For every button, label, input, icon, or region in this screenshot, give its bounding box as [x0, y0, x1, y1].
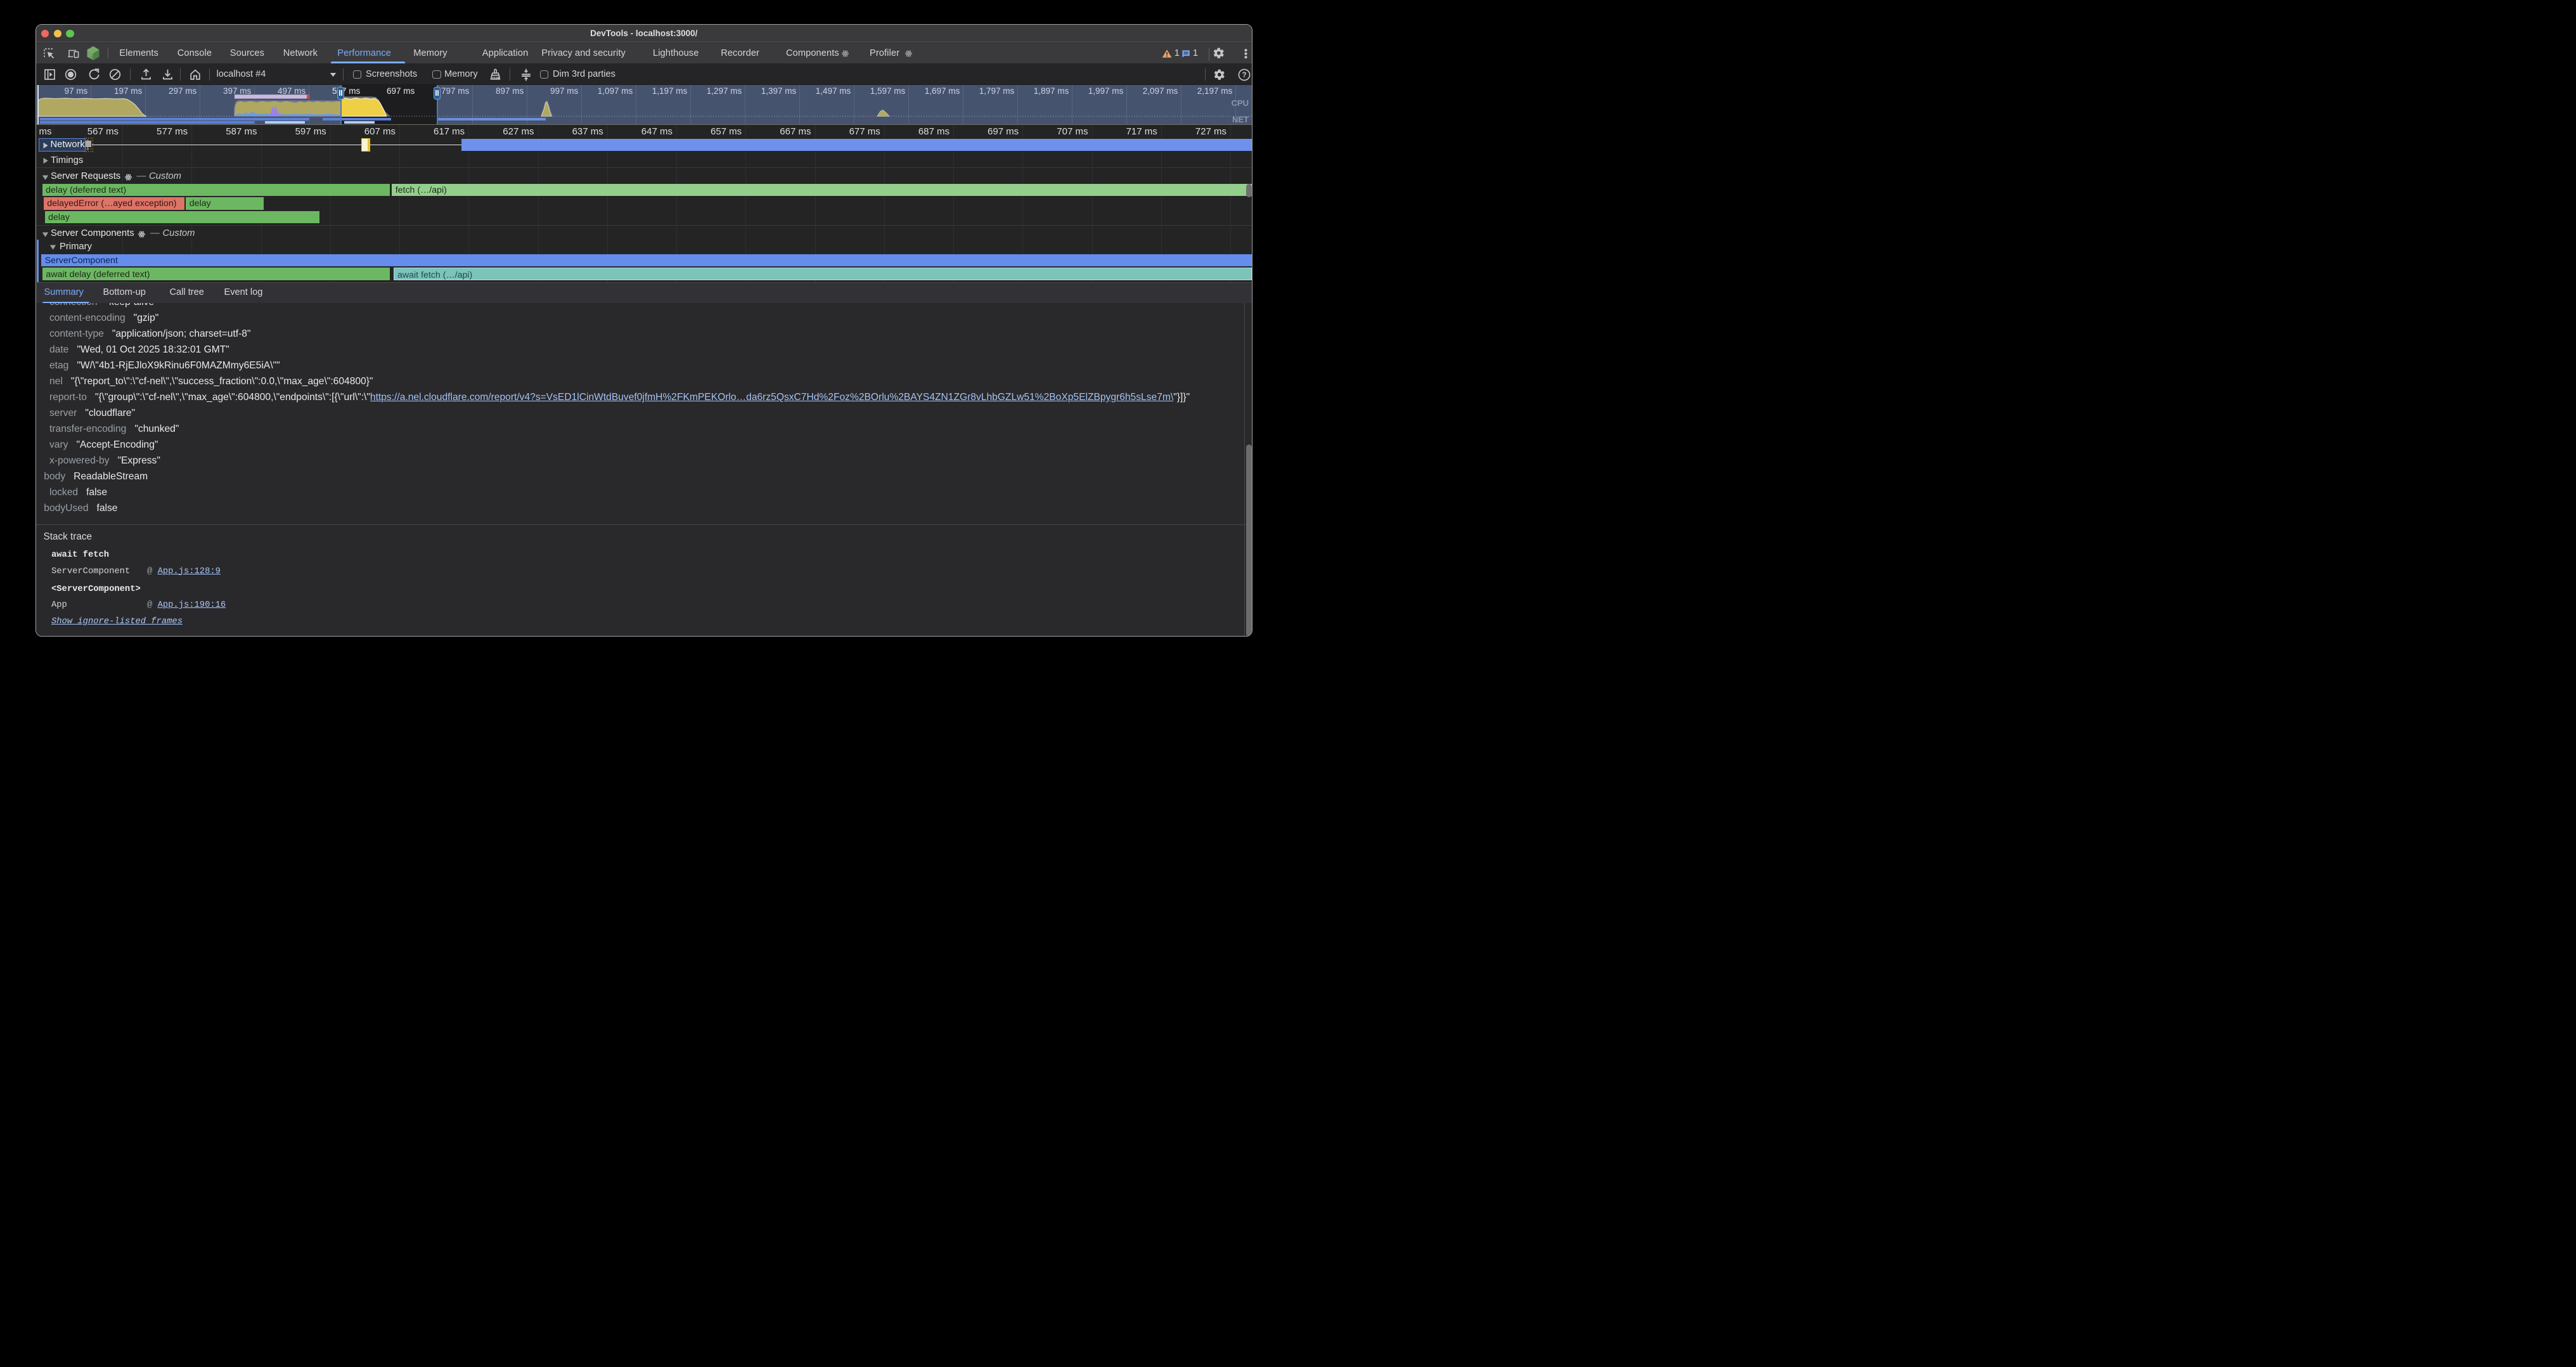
svg-text:?: ?	[1242, 72, 1246, 79]
